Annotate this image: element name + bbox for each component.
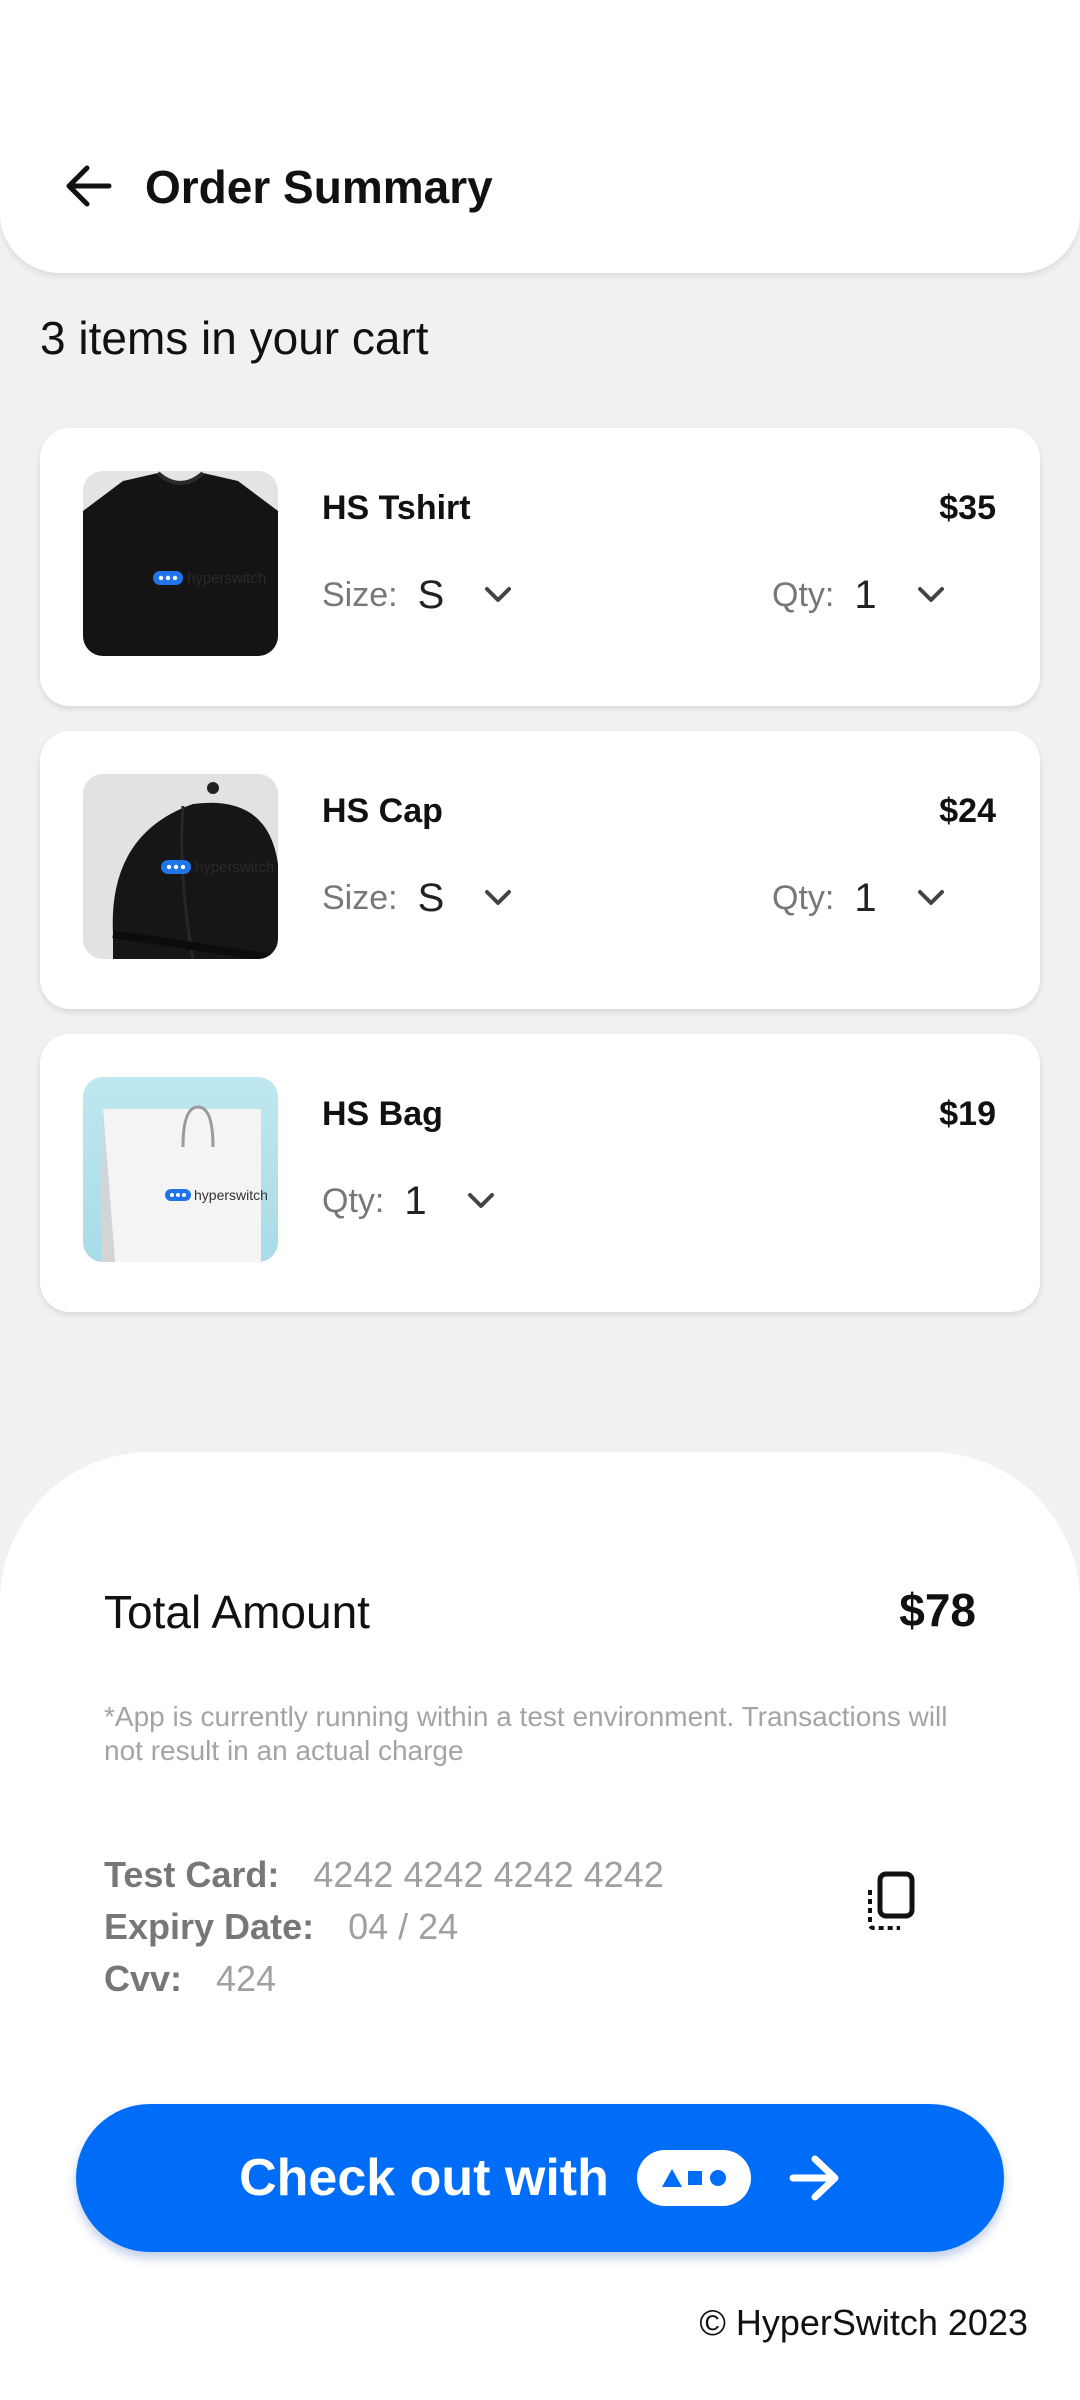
cvv-value: 424 [216,1958,277,1999]
cart-item-card: hyperswitch HS Cap $24 Size: S Qty: 1 [40,731,1040,1009]
chevron-down-icon [917,587,944,602]
item-price: $24 [939,792,996,830]
test-environment-notice: *App is currently running within a test … [104,1701,948,1766]
cart-item-card: hyperswitch HS Bag $19 Qty: 1 [40,1034,1040,1312]
svg-text:hyperswitch: hyperswitch [187,570,266,587]
arrow-right-icon [789,2155,839,2201]
test-card-value: 4242 4242 4242 4242 [313,1854,664,1895]
test-card-info: Test Card: 4242 4242 4242 4242 Expiry Da… [104,1854,664,2010]
arrow-left-icon [66,165,112,207]
qty-label: Qty: [322,1181,385,1220]
item-name: HS Tshirt [322,489,471,527]
qty-dropdown[interactable]: Qty: 1 [322,1176,495,1226]
size-value: S [417,572,445,617]
checkout-button[interactable]: Check out with [76,2104,1004,2252]
cart-item-count: 3 items in your cart [40,312,429,364]
cart-item-card: hyperswitch HS Tshirt $35 Size: S Qty: 1 [40,428,1040,706]
bag-image: hyperswitch [83,1077,278,1262]
chevron-down-icon [485,890,512,905]
chevron-down-icon [467,1193,494,1208]
cvv-label: Cvv: [104,1958,183,1999]
item-name: HS Cap [322,792,443,830]
test-card-label: Test Card: [104,1854,280,1895]
order-total-panel: Total Amount $78 *App is currently runni… [0,1452,1080,2400]
back-button[interactable] [58,156,118,216]
qty-label: Qty: [772,575,835,614]
qty-label: Qty: [772,878,835,917]
chevron-down-icon [485,587,512,602]
qty-value: 1 [404,1178,427,1223]
item-price: $35 [939,489,996,527]
size-dropdown[interactable]: Size: S [322,873,512,923]
item-price: $19 [939,1095,996,1133]
svg-text:hyperswitch: hyperswitch [195,859,274,876]
qty-value: 1 [854,572,877,617]
checkout-label: Check out with [239,2149,609,2207]
size-label: Size: [322,575,398,614]
size-value: S [417,875,445,920]
size-dropdown[interactable]: Size: S [322,570,512,620]
item-name: HS Bag [322,1095,443,1133]
tshirt-image: hyperswitch [83,471,278,656]
cap-image: hyperswitch [83,774,278,959]
total-amount-label: Total Amount [104,1586,370,1638]
hyperswitch-logo-icon [636,2150,751,2206]
total-amount-value: $78 [899,1584,976,1636]
qty-dropdown[interactable]: Qty: 1 [772,570,945,620]
svg-text:hyperswitch: hyperswitch [194,1187,268,1203]
qty-value: 1 [854,875,877,920]
page-title: Order Summary [145,161,493,213]
header-bar: Order Summary [0,0,1080,273]
copy-card-button[interactable] [862,1870,918,1934]
copyright-footer: © HyperSwitch 2023 [699,2302,1028,2343]
size-label: Size: [322,878,398,917]
expiry-date-value: 04 / 24 [348,1906,459,1947]
expiry-date-label: Expiry Date: [104,1906,315,1947]
qty-dropdown[interactable]: Qty: 1 [772,873,945,923]
chevron-down-icon [917,890,944,905]
copy-icon [868,1871,915,1930]
